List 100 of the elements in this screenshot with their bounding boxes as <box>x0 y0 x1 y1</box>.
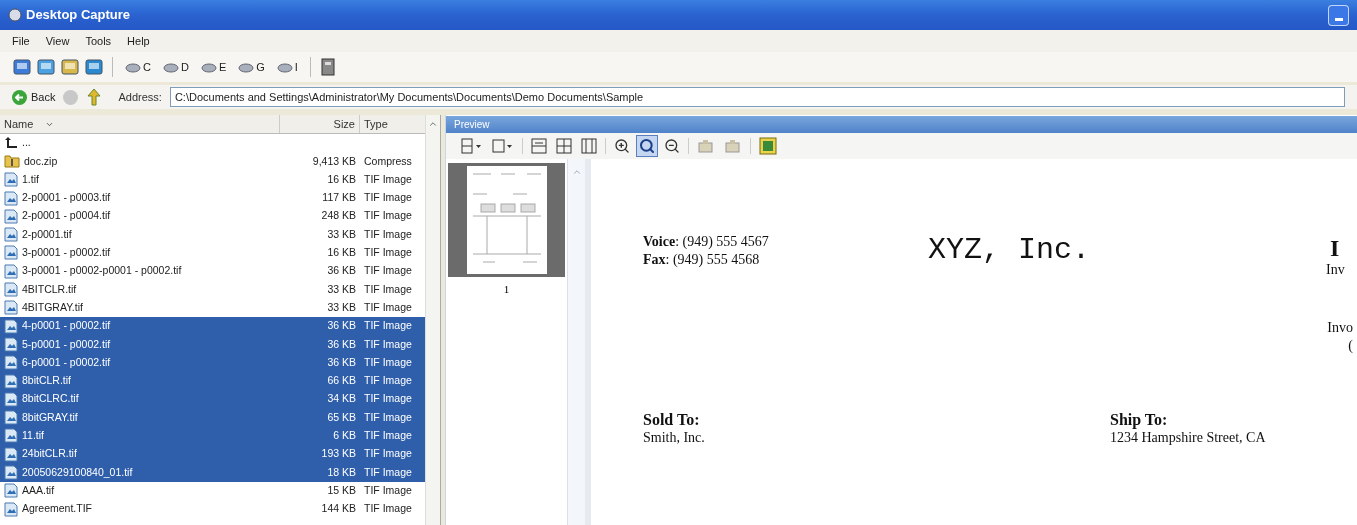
image-file-icon <box>4 227 18 243</box>
file-row[interactable]: 24bitCLR.tif 193 KB TIF Image <box>0 445 425 464</box>
file-type: TIF Image <box>364 355 412 368</box>
image-file-icon <box>4 318 18 334</box>
file-type: TIF Image <box>364 227 412 240</box>
file-type: TIF Image <box>364 264 412 277</box>
page-thumbnail[interactable] <box>448 163 565 277</box>
file-name: 6-p0001 - p0002.tif <box>22 354 111 370</box>
file-type: Compress <box>364 154 412 167</box>
image-file-icon <box>4 172 18 188</box>
drive-button[interactable]: G <box>234 55 269 79</box>
file-type: TIF Image <box>364 191 412 204</box>
file-name: Agreement.TIF <box>22 501 93 517</box>
file-type: TIF Image <box>364 465 412 478</box>
file-row[interactable]: AAA.tif 15 KB TIF Image <box>0 481 425 500</box>
document-heading: I <box>1330 235 1341 261</box>
app-icon <box>8 8 22 22</box>
grid-icon[interactable] <box>553 135 575 157</box>
file-row[interactable]: ... <box>0 134 425 153</box>
file-name: AAA.tif <box>22 482 55 498</box>
file-row[interactable]: 8bitGRAY.tif 65 KB TIF Image <box>0 408 425 427</box>
company-name: XYZ, Inc. <box>928 233 1091 267</box>
up-folder-icon <box>4 136 18 151</box>
file-type: TIF Image <box>364 429 412 441</box>
file-type: TIF Image <box>364 502 412 515</box>
file-type: TIF Image <box>364 410 412 423</box>
file-size: 16 KB <box>327 172 356 185</box>
file-type: TIF Image <box>364 447 412 460</box>
page-number: 1 <box>503 282 510 297</box>
file-size: 18 KB <box>327 465 356 478</box>
address-field[interactable]: C:\Documents and Settings\Administrator\My Documents\Documents\Demo Documents\Sample <box>169 87 1345 107</box>
menu-item[interactable]: Help <box>127 32 150 50</box>
preview-title: Preview <box>454 118 490 132</box>
menu-item[interactable]: Tools <box>85 32 112 50</box>
drive-button[interactable]: C <box>121 55 155 79</box>
file-row[interactable]: doc.zip 9,413 KB Compress <box>0 152 425 171</box>
column-header[interactable]: Name <box>0 115 280 133</box>
window-title: Desktop Capture <box>26 6 131 25</box>
fit-width-icon[interactable] <box>528 135 550 157</box>
file-type: TIF Image <box>364 392 412 405</box>
file-name: 4BITCLR.tif <box>22 281 77 297</box>
column-header[interactable]: Type <box>360 115 425 133</box>
file-row[interactable]: 2-p0001.tif 33 KB TIF Image <box>0 225 425 244</box>
image-file-icon <box>4 373 18 389</box>
drive-button[interactable]: D <box>158 55 193 79</box>
file-size: 36 KB <box>327 319 356 332</box>
image-file-icon <box>4 465 18 480</box>
file-row[interactable]: 2-p0001 - p0004.tif 248 KB TIF Image <box>0 207 425 226</box>
file-type: TIF Image <box>364 172 412 185</box>
scroll-up-icon[interactable] <box>428 119 438 129</box>
toolbar-icon[interactable] <box>318 57 337 77</box>
file-size: 15 KB <box>327 483 356 496</box>
menu-item[interactable]: View <box>45 32 70 50</box>
file-row[interactable]: 2-p0001 - p0003.tif 117 KB TIF Image <box>0 188 425 208</box>
drive-button[interactable]: E <box>196 55 231 79</box>
drive-button[interactable]: I <box>272 55 302 79</box>
image-file-icon <box>4 391 18 407</box>
file-row[interactable]: 3-p0001 - p0002.tif 16 KB TIF Image <box>0 243 425 263</box>
sold-to-label: Sold To: <box>643 411 701 429</box>
file-name: 3-p0001 - p0002.tif <box>22 245 111 261</box>
image-file-icon <box>4 483 18 499</box>
file-size: 248 KB <box>321 209 356 222</box>
toolbar-icon[interactable] <box>60 57 80 77</box>
file-type: TIF Image <box>364 319 412 332</box>
file-type: TIF Image <box>364 300 412 313</box>
file-name: 5-p0001 - p0002.tif <box>22 336 111 352</box>
address-label: Address: <box>118 89 162 105</box>
menu-item[interactable]: File <box>12 32 30 50</box>
file-row[interactable]: 4BITCLR.tif 33 KB TIF Image <box>0 280 425 299</box>
scrollbar[interactable] <box>425 115 440 525</box>
file-name: ... <box>22 135 31 151</box>
file-row[interactable]: 5-p0001 - p0002.tif 36 KB TIF Image <box>0 335 425 354</box>
file-name: 2-p0001 - p0004.tif <box>22 208 111 224</box>
file-row[interactable]: Agreement.TIF 144 KB TIF Image <box>0 499 425 519</box>
minimize-button[interactable] <box>1328 4 1349 26</box>
column-header[interactable]: Size <box>280 115 360 133</box>
toolbar-icon[interactable] <box>36 57 56 77</box>
file-name: 8bitGRAY.tif <box>22 409 78 425</box>
file-size: 16 KB <box>327 246 356 259</box>
file-row[interactable]: 3-p0001 - p0002-p0001 - p0002.tif 36 KB TIF Image <box>0 262 425 281</box>
toolbar-icon[interactable] <box>84 57 104 77</box>
ship-to-address: 1234 Hampshire Street, CA <box>1110 429 1266 447</box>
image-file-icon <box>4 428 18 444</box>
back-button[interactable]: Back <box>12 88 56 106</box>
zoom-icon[interactable] <box>636 135 658 157</box>
file-size: 33 KB <box>327 227 356 240</box>
file-type: TIF Image <box>364 337 412 350</box>
file-row[interactable]: 20050629100840_01.tif 18 KB TIF Image <box>0 463 425 482</box>
file-row[interactable]: 1.tif 16 KB TIF Image <box>0 170 425 189</box>
image-file-icon <box>4 501 18 517</box>
image-file-icon <box>4 446 18 462</box>
up-folder-icon[interactable] <box>86 88 103 106</box>
file-type: TIF Image <box>364 483 412 496</box>
file-size: 36 KB <box>327 355 356 368</box>
file-row[interactable]: 8bitCLRC.tif 34 KB TIF Image <box>0 390 425 409</box>
file-row[interactable]: 4BITGRAY.tif 33 KB TIF Image <box>0 298 425 317</box>
scrollbar[interactable] <box>567 159 585 525</box>
file-row[interactable]: 4-p0001 - p0002.tif 36 KB TIF Image <box>0 316 425 336</box>
fit-height-icon[interactable] <box>578 135 600 157</box>
toolbar-icon[interactable] <box>12 57 32 77</box>
